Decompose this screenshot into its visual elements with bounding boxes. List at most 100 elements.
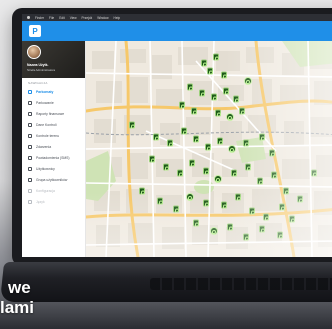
parking-meter-marker[interactable] (177, 169, 184, 177)
parking-meter-marker[interactable] (173, 205, 180, 213)
parking-meter-marker[interactable] (201, 59, 208, 67)
os-menu-go[interactable]: Przejdź (82, 16, 93, 20)
apple-icon[interactable] (27, 16, 30, 19)
avatar[interactable] (27, 45, 41, 59)
sidebar-item[interactable]: Użytkownicy (22, 163, 85, 174)
parking-meter-marker[interactable] (205, 143, 212, 151)
parking-meter-marker[interactable] (259, 225, 266, 233)
nav-item-icon (28, 199, 32, 204)
parking-meter-marker[interactable] (214, 175, 222, 183)
sidebar-item[interactable]: Grupa użytkowników (22, 174, 85, 185)
parking-meter-marker[interactable] (187, 83, 194, 91)
promo-caption: we lami (0, 278, 34, 318)
parking-meter-marker[interactable] (193, 219, 200, 227)
sidebar-item[interactable]: Parkomaty (22, 86, 85, 97)
parking-meter-marker[interactable] (277, 231, 284, 239)
parking-meter-marker[interactable] (193, 135, 200, 143)
parking-meter-marker[interactable] (163, 163, 170, 171)
sidebar-item[interactable]: Zdarzenia (22, 141, 85, 152)
parking-meter-marker[interactable] (263, 213, 270, 221)
parking-meter-marker[interactable] (311, 169, 318, 177)
parking-meter-marker[interactable] (203, 167, 210, 175)
nav-item-icon (28, 111, 32, 116)
parking-meter-marker[interactable] (289, 215, 296, 223)
parking-meter-marker[interactable] (227, 223, 234, 231)
parking-meter-marker[interactable] (279, 203, 286, 211)
parking-meter-marker[interactable] (139, 187, 146, 195)
parking-meter-marker[interactable] (226, 113, 234, 121)
parking-meter-marker[interactable] (207, 67, 214, 75)
sidebar-item-label: Grupa użytkowników (36, 177, 68, 182)
parking-meter-marker[interactable] (235, 193, 242, 201)
parking-meter-marker[interactable] (233, 95, 240, 103)
sidebar-item[interactable]: Konfiguracja (22, 185, 85, 196)
parking-meter-marker[interactable] (179, 101, 186, 109)
parking-meter-marker[interactable] (203, 199, 210, 207)
parking-meter-marker[interactable] (231, 169, 238, 177)
parking-meter-marker[interactable] (191, 107, 198, 115)
parking-meter-marker[interactable] (217, 137, 224, 145)
parking-meter-marker[interactable] (239, 107, 246, 115)
nav-item-icon (28, 122, 32, 127)
keyboard (150, 278, 332, 290)
nav-item-icon (28, 177, 32, 182)
sidebar-item-label: Kontrole terenu (36, 133, 60, 138)
parking-meter-marker[interactable] (244, 77, 252, 85)
nav-item-icon (28, 89, 32, 94)
os-menubar: Finder File Edit View Przejdź Window Hel… (22, 14, 332, 21)
parking-meter-marker[interactable] (257, 177, 264, 185)
parking-meter-marker[interactable] (228, 145, 236, 153)
os-menu-view[interactable]: View (70, 16, 77, 20)
sidebar-item[interactable]: Powiadomienia (SMS) (22, 152, 85, 163)
parking-meter-marker[interactable] (215, 109, 222, 117)
nav-item-icon (28, 100, 32, 105)
parking-meter-marker[interactable] (271, 171, 278, 179)
nav-item-icon (28, 188, 32, 193)
map[interactable] (86, 41, 332, 257)
sidebar-item[interactable]: Kontrole terenu (22, 130, 85, 141)
os-menu-window[interactable]: Window (97, 16, 108, 20)
sidebar: Nazwa Użytk. Strefa Administratora NAWIG… (22, 41, 86, 257)
parking-meter-marker[interactable] (181, 127, 188, 135)
parking-meter-marker[interactable] (283, 187, 290, 195)
parking-meter-marker[interactable] (210, 227, 218, 235)
parking-meter-marker[interactable] (211, 93, 218, 101)
os-menu-finder[interactable]: Finder (35, 16, 44, 20)
parking-meter-marker[interactable] (245, 163, 252, 171)
sidebar-item[interactable]: Parkowanie (22, 97, 85, 108)
parking-meter-marker[interactable] (199, 89, 206, 97)
nav-item-icon (28, 155, 32, 160)
app-logo[interactable]: P (29, 25, 41, 37)
nav-item-icon (28, 144, 32, 149)
parking-meter-marker[interactable] (269, 149, 276, 157)
parking-meter-marker[interactable] (213, 53, 220, 61)
sidebar-item[interactable]: Język (22, 196, 85, 207)
os-menu-edit[interactable]: Edit (59, 16, 65, 20)
profile-card: Nazwa Użytk. Strefa Administratora (22, 41, 85, 78)
sidebar-item[interactable]: Raporty finansowe (22, 108, 85, 119)
parking-meter-marker[interactable] (129, 121, 136, 129)
parking-meter-marker[interactable] (243, 139, 250, 147)
parking-meter-marker[interactable] (243, 233, 250, 241)
os-menu-help[interactable]: Help (114, 16, 121, 20)
laptop-screen: Finder File Edit View Przejdź Window Hel… (22, 14, 332, 257)
sidebar-item[interactable]: Dane Kontroli (22, 119, 85, 130)
sidebar-item-label: Język (36, 199, 45, 204)
parking-meter-marker[interactable] (223, 87, 230, 95)
parking-meter-marker[interactable] (221, 71, 228, 79)
parking-meter-marker[interactable] (153, 133, 160, 141)
parking-meter-marker[interactable] (221, 201, 228, 209)
promo-caption-line1: we (8, 278, 31, 297)
parking-meter-marker[interactable] (167, 139, 174, 147)
parking-meter-marker[interactable] (297, 195, 304, 203)
parking-meter-marker[interactable] (249, 207, 256, 215)
os-menu-file[interactable]: File (49, 16, 54, 20)
parking-meter-marker[interactable] (189, 159, 196, 167)
nav-item-icon (28, 166, 32, 171)
parking-meter-marker[interactable] (149, 155, 156, 163)
promo-caption-line2: lami (0, 298, 35, 317)
parking-meter-marker[interactable] (186, 193, 194, 201)
parking-meter-marker[interactable] (259, 133, 266, 141)
parking-meter-marker[interactable] (157, 197, 164, 205)
scene: Finder File Edit View Przejdź Window Hel… (0, 0, 332, 329)
